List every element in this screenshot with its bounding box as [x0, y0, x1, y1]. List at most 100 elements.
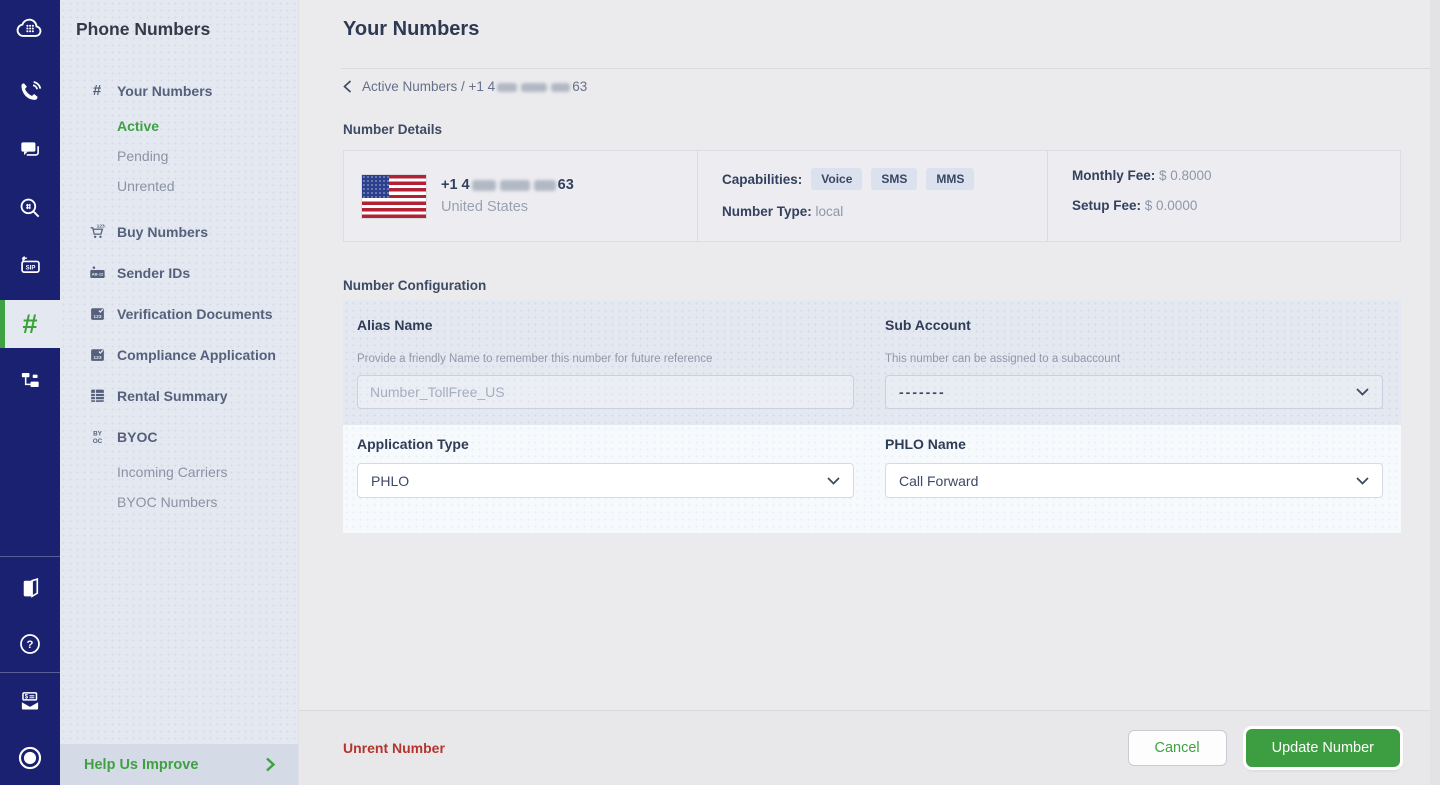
chevron-down-icon — [827, 477, 840, 485]
alias-name-label: Alias Name — [357, 317, 432, 333]
application-type-select[interactable]: PHLO — [357, 463, 854, 498]
rail-item-docs[interactable] — [0, 566, 60, 610]
phone-numbers-sidebar: Phone Numbers # Your Numbers Active Pend… — [60, 0, 298, 785]
svg-text:123: 123 — [96, 223, 104, 229]
phlo-name-value: Call Forward — [899, 473, 978, 489]
breadcrumb-text: Active Numbers / +1 463 — [362, 79, 587, 94]
cancel-button[interactable]: Cancel — [1128, 730, 1227, 766]
sidebar-item-sender-ids[interactable]: AB·12 Sender IDs — [60, 252, 298, 293]
svg-text:BY: BY — [93, 430, 103, 437]
sidebar-item-byoc-numbers[interactable]: BYOC Numbers — [60, 487, 298, 517]
rail-item-voice[interactable] — [0, 70, 60, 114]
capability-badge-sms: SMS — [871, 168, 917, 190]
phlo-name-label: PHLO Name — [885, 436, 966, 452]
summary-table-icon — [88, 387, 106, 404]
hash-icon: # — [22, 311, 37, 338]
monthly-fee-value: $ 0.8000 — [1159, 168, 1212, 183]
number-configuration-heading: Number Configuration — [343, 278, 486, 293]
fees-column: Monthly Fee: $ 0.8000 Setup Fee: $ 0.000… — [1047, 151, 1400, 241]
redacted-digits — [497, 83, 517, 92]
phone-voice-icon — [17, 79, 43, 105]
phlo-name-select[interactable]: Call Forward — [885, 463, 1383, 498]
icon-rail: SIP # ? — [0, 0, 60, 785]
header-divider — [341, 68, 1440, 69]
messaging-icon — [17, 137, 43, 163]
rail-item-help[interactable]: ? — [0, 622, 60, 666]
application-type-value: PHLO — [371, 473, 409, 489]
sidebar-title: Phone Numbers — [76, 19, 210, 40]
rail-item-phone-numbers-active[interactable]: # — [0, 300, 60, 348]
country-label: United States — [441, 199, 574, 215]
redacted-digits — [521, 83, 547, 92]
sub-account-helper: This number can be assigned to a subacco… — [885, 353, 1120, 365]
rail-item-billing[interactable]: $ — [0, 679, 60, 723]
svg-text:123: 123 — [93, 314, 101, 320]
number-details-card: +1 463 United States Capabilities: Voice… — [343, 150, 1401, 242]
capability-badge-voice: Voice — [811, 168, 862, 190]
app-logo[interactable] — [0, 6, 60, 50]
question-circle-icon: ? — [17, 631, 43, 657]
capabilities-column: Capabilities: Voice SMS MMS Number Type:… — [697, 151, 1047, 241]
cloud-dialpad-icon — [15, 13, 45, 43]
sidebar-item-pending[interactable]: Pending — [60, 141, 298, 171]
rail-divider — [0, 672, 60, 673]
hash-icon: # — [88, 82, 106, 99]
us-flag-icon — [362, 175, 426, 218]
sub-account-label: Sub Account — [885, 317, 971, 333]
rail-item-messaging[interactable] — [0, 128, 60, 172]
document-check-icon: 123 — [88, 305, 106, 322]
scrollbar-track[interactable] — [1430, 0, 1440, 785]
redacted-digits — [472, 180, 496, 191]
svg-text:OC: OC — [92, 438, 102, 445]
invoice-envelope-icon: $ — [17, 688, 43, 714]
sidebar-item-rental-summary[interactable]: Rental Summary — [60, 375, 298, 416]
page-title: Your Numbers — [343, 18, 479, 41]
redacted-digits — [534, 180, 556, 191]
sidebar-item-label: Sender IDs — [117, 265, 190, 281]
chevron-right-icon — [265, 757, 276, 772]
alias-name-helper: Provide a friendly Name to remember this… — [357, 353, 712, 365]
sidebar-item-label: Compliance Application — [117, 347, 276, 363]
setup-fee-label: Setup Fee: — [1072, 198, 1141, 213]
capabilities-label: Capabilities: — [722, 172, 802, 187]
rail-item-number-lookup[interactable] — [0, 186, 60, 230]
book-icon — [18, 576, 43, 601]
application-type-label: Application Type — [357, 436, 469, 452]
config-row-1: Alias Name Provide a friendly Name to re… — [343, 300, 1401, 425]
redacted-digits — [500, 180, 530, 191]
sidebar-item-verification-documents[interactable]: 123 Verification Documents — [60, 293, 298, 334]
byoc-letters-icon: BY OC — [88, 428, 106, 445]
help-us-improve-button[interactable]: Help Us Improve — [60, 744, 298, 785]
svg-text:123: 123 — [93, 355, 101, 361]
account-avatar[interactable] — [0, 736, 60, 780]
sip-icon: SIP — [17, 253, 44, 280]
unrent-number-link[interactable]: Unrent Number — [343, 740, 445, 756]
rail-item-sip-trunking[interactable]: SIP — [0, 244, 60, 288]
sidebar-item-label: Rental Summary — [117, 388, 227, 404]
sidebar-item-unrented[interactable]: Unrented — [60, 171, 298, 201]
sub-account-select[interactable]: ------- — [885, 375, 1383, 409]
sidebar-item-label: Verification Documents — [117, 306, 273, 322]
rail-item-phlo[interactable] — [0, 358, 60, 402]
svg-text:SIP: SIP — [25, 265, 35, 271]
breadcrumb[interactable]: Active Numbers / +1 463 — [343, 79, 587, 94]
document-check-icon: 123 — [88, 346, 106, 363]
sidebar-item-byoc[interactable]: BY OC BYOC — [60, 416, 298, 457]
sidebar-item-compliance-application[interactable]: 123 Compliance Application — [60, 334, 298, 375]
number-details-heading: Number Details — [343, 122, 442, 137]
search-dialpad-icon — [17, 195, 43, 221]
action-footer: Unrent Number Cancel Update Number — [299, 710, 1440, 785]
setup-fee-value: $ 0.0000 — [1145, 198, 1198, 213]
help-us-improve-label: Help Us Improve — [84, 757, 198, 773]
sidebar-item-buy-numbers[interactable]: 123 Buy Numbers — [60, 211, 298, 252]
number-configuration-form: Alias Name Provide a friendly Name to re… — [343, 300, 1401, 533]
sidebar-item-incoming-carriers[interactable]: Incoming Carriers — [60, 457, 298, 487]
flowchart-icon — [17, 367, 43, 393]
sidebar-item-active[interactable]: Active — [60, 111, 298, 141]
sidebar-menu: # Your Numbers Active Pending Unrented 1… — [60, 70, 298, 517]
alias-name-input[interactable] — [357, 375, 854, 409]
rail-divider — [0, 556, 60, 557]
sidebar-item-your-numbers[interactable]: # Your Numbers — [60, 70, 298, 111]
sidebar-item-label: BYOC — [117, 429, 157, 445]
update-number-button[interactable]: Update Number — [1246, 729, 1400, 767]
